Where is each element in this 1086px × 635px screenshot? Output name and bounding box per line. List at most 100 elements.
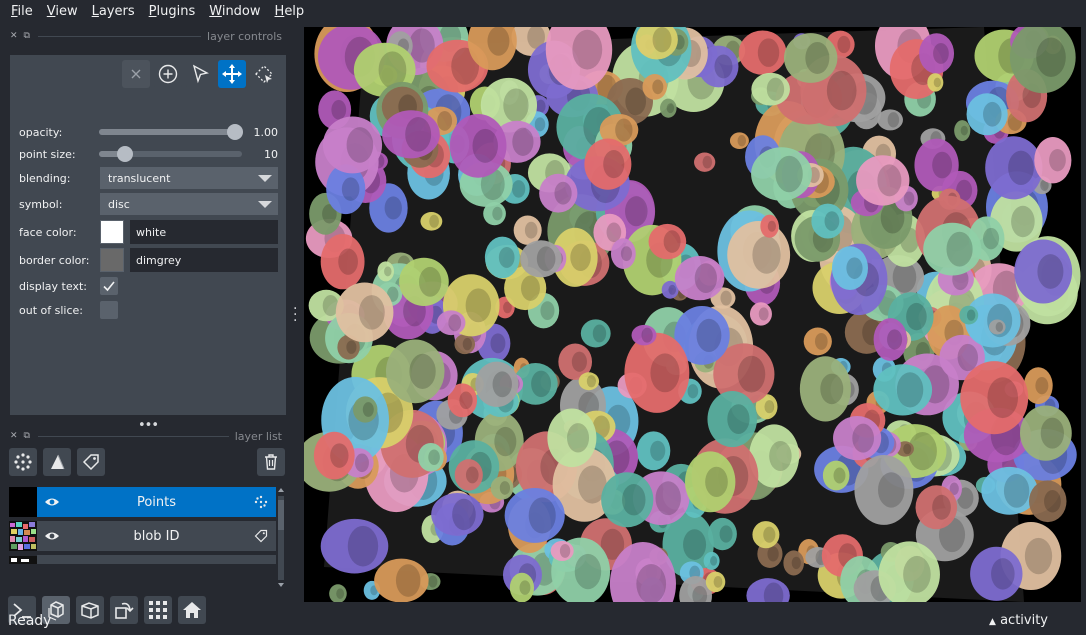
- layer-buttons: [9, 448, 285, 478]
- blob: [329, 584, 347, 602]
- transform-icon: [255, 65, 273, 83]
- blending-value: translucent: [108, 171, 171, 185]
- visibility-eye-icon[interactable]: [37, 530, 67, 542]
- scroll-up-arrow-icon[interactable]: [277, 487, 285, 493]
- face-color-swatch[interactable]: [100, 220, 124, 244]
- viewer-canvas[interactable]: [304, 27, 1081, 602]
- blob: [454, 459, 483, 491]
- new-points-layer-button[interactable]: [9, 448, 37, 476]
- face-color-input[interactable]: white: [130, 220, 278, 244]
- blob: [1029, 480, 1067, 523]
- blob: [610, 238, 636, 269]
- close-dock-icon[interactable]: ✕: [10, 31, 18, 41]
- blending-label: blending:: [19, 171, 71, 185]
- layer-row-points[interactable]: Points: [9, 487, 276, 517]
- point-size-value: 10: [264, 147, 278, 161]
- float-dock-icon[interactable]: ⧉: [24, 31, 30, 41]
- blob: [919, 33, 955, 74]
- menu-layers[interactable]: Layers: [85, 0, 142, 24]
- layer-controls-titlebar: ✕ ⧉ layer controls: [0, 27, 290, 45]
- point-size-label: point size:: [19, 147, 76, 161]
- blob: [420, 211, 443, 231]
- pan-zoom-button[interactable]: [218, 60, 246, 88]
- rendered-3d-blobs-image: [304, 27, 1081, 602]
- status-bar: Ready ▲ activity: [0, 607, 1086, 635]
- visibility-eye-icon[interactable]: [37, 496, 67, 508]
- blob: [374, 558, 429, 602]
- blob: [674, 256, 725, 301]
- opacity-row: opacity: 1.00: [19, 121, 278, 143]
- blob: [877, 109, 903, 131]
- blob: [783, 33, 838, 83]
- blob: [385, 339, 445, 404]
- menu-file[interactable]: File: [4, 0, 40, 24]
- display-text-checkbox[interactable]: [100, 277, 118, 295]
- point-size-slider[interactable]: [99, 146, 243, 162]
- blob: [353, 396, 378, 423]
- blob: [738, 30, 787, 75]
- blob: [431, 493, 484, 536]
- blob: [694, 152, 716, 172]
- new-labels-layer-button[interactable]: [77, 448, 105, 476]
- delete-points-button[interactable]: [122, 60, 150, 88]
- blob: [320, 518, 389, 574]
- new-shapes-layer-button[interactable]: [43, 448, 71, 476]
- out-of-slice-checkbox[interactable]: [100, 301, 118, 319]
- move-icon: [222, 64, 242, 84]
- close-dock-icon[interactable]: ✕: [10, 431, 18, 441]
- transform-button[interactable]: [250, 60, 278, 88]
- delete-layer-button[interactable]: [257, 448, 285, 476]
- menu-plugins[interactable]: Plugins: [142, 0, 203, 24]
- opacity-slider-handle[interactable]: [227, 124, 244, 140]
- blob: [1014, 239, 1073, 304]
- float-dock-icon[interactable]: ⧉: [24, 431, 30, 441]
- select-points-button[interactable]: [186, 60, 214, 88]
- blob: [580, 319, 611, 348]
- symbol-row: symbol: disc: [19, 193, 278, 215]
- blob: [624, 332, 690, 413]
- blob: [377, 261, 395, 282]
- opacity-label: opacity:: [19, 125, 63, 139]
- blob: [520, 240, 562, 278]
- border-color-input[interactable]: dimgrey: [130, 248, 278, 272]
- layer-thumbnail: [9, 487, 37, 517]
- point-size-row: point size: 10: [19, 143, 278, 165]
- scroll-down-arrow-icon[interactable]: [277, 582, 285, 588]
- menu-view[interactable]: View: [40, 0, 85, 24]
- layer-list-title: layer list: [234, 429, 282, 443]
- blob: [752, 521, 780, 549]
- blob: [382, 110, 440, 159]
- scrollbar-handle[interactable]: [278, 500, 284, 530]
- layer-name[interactable]: Points: [67, 495, 276, 510]
- point-size-slider-handle[interactable]: [117, 146, 134, 162]
- add-points-button[interactable]: [154, 60, 182, 88]
- blending-select[interactable]: translucent: [100, 167, 278, 189]
- blob: [313, 431, 355, 480]
- layer-row-blob-id[interactable]: blob ID: [9, 521, 276, 551]
- caret-up-icon: ▲: [989, 617, 996, 627]
- blob: [749, 302, 772, 326]
- layer-thumbnail: [9, 521, 37, 551]
- layer-list-scrollbar[interactable]: [276, 486, 286, 590]
- blob: [833, 416, 882, 461]
- blob: [509, 572, 535, 602]
- layer-controls-title: layer controls: [207, 29, 282, 43]
- blob: [727, 221, 791, 289]
- layer-row-partial[interactable]: [37, 555, 276, 564]
- symbol-select[interactable]: disc: [100, 193, 278, 215]
- activity-label: activity: [1000, 613, 1048, 628]
- label-tag-icon: [82, 454, 99, 471]
- menu-help[interactable]: Help: [268, 0, 312, 24]
- layer-list: Points blob ID: [9, 486, 276, 564]
- blob: [436, 310, 466, 336]
- activity-button[interactable]: ▲ activity: [989, 613, 1048, 628]
- chevron-down-icon: [258, 201, 272, 208]
- blob: [685, 451, 736, 513]
- layer-name[interactable]: blob ID: [67, 529, 276, 544]
- dock-resize-handle[interactable]: · · ·: [293, 302, 297, 328]
- blob: [1019, 405, 1072, 461]
- menu-window[interactable]: Window: [202, 0, 267, 24]
- blob: [584, 138, 632, 190]
- opacity-slider[interactable]: [99, 124, 244, 140]
- border-color-swatch[interactable]: [100, 248, 124, 272]
